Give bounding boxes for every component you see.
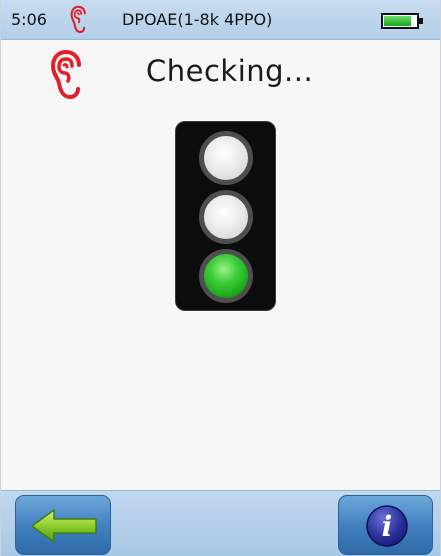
info-button[interactable]: i [338,495,433,555]
battery-level [384,16,411,26]
traffic-light [175,121,276,311]
ear-icon [50,50,81,100]
traffic-lamp-bottom [199,249,253,303]
status-bar: 5:06 DPOAE(1-8k 4PPO) [1,0,440,40]
back-arrow-icon [31,509,97,543]
traffic-lamp-middle [199,190,253,244]
device-screen: 5:06 DPOAE(1-8k 4PPO) Checking... i [0,0,441,556]
back-button[interactable] [15,495,111,555]
battery-tip [419,18,423,24]
status-time: 5:06 [11,10,47,29]
battery-icon [381,13,419,29]
traffic-lamp-top [199,131,253,185]
protocol-label: DPOAE(1-8k 4PPO) [122,10,273,29]
page-title: Checking... [146,54,314,88]
info-icon: i [366,505,408,547]
info-glyph: i [382,510,393,543]
bottom-bar: i [1,490,440,556]
ear-icon [70,5,86,34]
